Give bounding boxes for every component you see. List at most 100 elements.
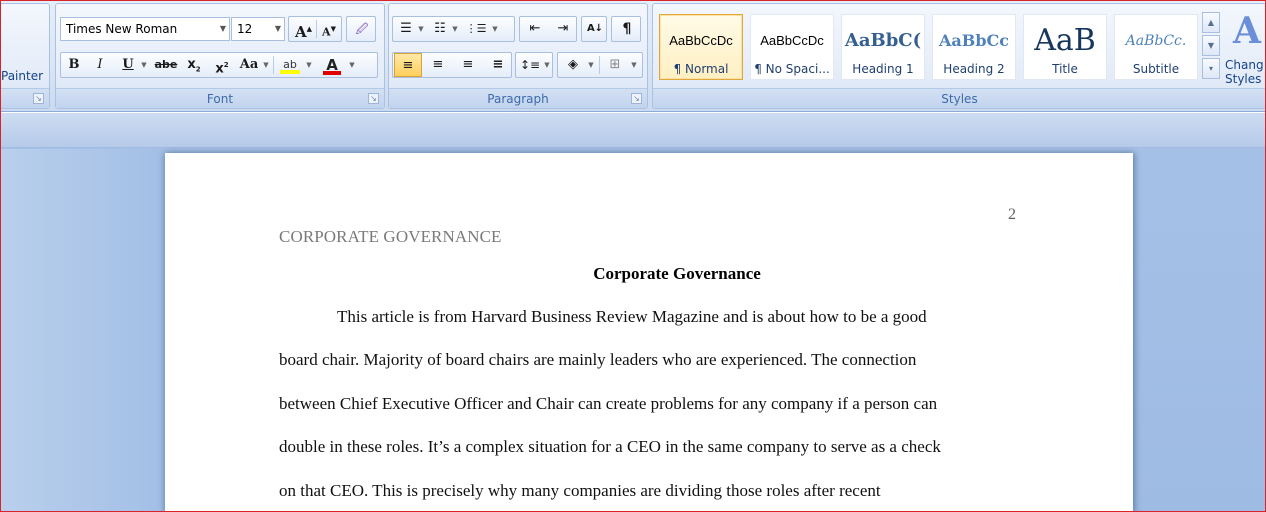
- style-subtitle[interactable]: AaBbCc. Subtitle: [1114, 14, 1198, 80]
- paragraph-group: ☰ ▼ ☷ ▼ ⋮☰ ▼ ⇤ ⇥ A↓ ¶ ≡ ≡ ≡ ≡ ↕≡ ▼ ◈ ▼ ⊞…: [388, 3, 648, 109]
- format-painter-button[interactable]: Painter: [1, 69, 43, 83]
- shading-border-strip: ◈ ▼ ⊞ ▼: [557, 52, 643, 78]
- indent-strip: ⇤ ⇥: [519, 16, 577, 42]
- document-title: Corporate Governance: [593, 264, 761, 283]
- line-spacing-button[interactable]: ↕≡: [518, 53, 542, 77]
- shrink-font-button[interactable]: A▼: [317, 17, 341, 41]
- paragraph-dialog-launcher-icon[interactable]: ↘: [631, 93, 642, 104]
- superscript-button[interactable]: x2: [211, 53, 233, 77]
- clipboard-group: Painter ↘: [0, 3, 50, 109]
- body-text-line: This article is from Harvard Business Re…: [337, 307, 927, 326]
- style-sample-text: AaBbCc.: [1125, 33, 1187, 49]
- ruler-area: [0, 113, 1266, 148]
- style-heading-1[interactable]: AaBbC( Heading 1: [841, 14, 925, 80]
- decrease-indent-button[interactable]: ⇤: [522, 17, 548, 41]
- font-color-swatch: [323, 71, 341, 75]
- clipboard-dialog-launcher-icon[interactable]: ↘: [33, 93, 44, 104]
- style-name-label: ¶ Normal: [673, 62, 729, 76]
- gallery-scroll-up-icon[interactable]: ▲: [1202, 12, 1220, 33]
- highlight-color-swatch: [280, 70, 300, 74]
- font-color-button[interactable]: A: [319, 53, 345, 77]
- font-color-dropdown-icon[interactable]: ▼: [347, 53, 357, 77]
- bullets-dropdown-icon[interactable]: ▼: [417, 17, 425, 41]
- page-number: 2: [1008, 206, 1016, 223]
- paragraph-group-label: Paragraph: [389, 88, 647, 108]
- align-center-button[interactable]: ≡: [424, 53, 452, 77]
- borders-button[interactable]: ⊞: [602, 53, 628, 77]
- subscript-icon: x: [187, 57, 196, 72]
- style-sample-text: AaBbCc: [939, 31, 1009, 50]
- numbering-dropdown-icon[interactable]: ▼: [451, 17, 459, 41]
- borders-dropdown-icon[interactable]: ▼: [629, 53, 639, 77]
- style-heading-2[interactable]: AaBbCc Heading 2: [932, 14, 1016, 80]
- bold-button[interactable]: B: [63, 53, 85, 77]
- separator: [273, 56, 274, 74]
- increase-indent-button[interactable]: ⇥: [550, 17, 576, 41]
- style-name-label: Title: [1052, 62, 1078, 76]
- superscript-icon: x: [215, 61, 224, 77]
- styles-group-label: Styles: [653, 88, 1266, 108]
- clear-formatting-button[interactable]: 🖉: [349, 17, 375, 41]
- sort-button[interactable]: A↓: [583, 17, 607, 41]
- highlight-button[interactable]: ab: [277, 53, 303, 77]
- underline-dropdown-icon[interactable]: ▼: [139, 53, 149, 77]
- change-styles-icon: A: [1233, 10, 1261, 52]
- multilevel-dropdown-icon[interactable]: ▼: [491, 17, 499, 41]
- workspace-background: [0, 149, 165, 512]
- numbering-button[interactable]: ☷: [429, 17, 451, 41]
- justify-button[interactable]: ≡: [484, 53, 512, 77]
- change-case-dropdown-icon[interactable]: ▼: [262, 53, 270, 77]
- grow-font-icon: A: [294, 23, 307, 41]
- line-spacing-dropdown-icon[interactable]: ▼: [543, 53, 551, 77]
- font-dialog-launcher-icon[interactable]: ↘: [368, 93, 379, 104]
- font-size-value: 12: [237, 22, 253, 36]
- bullets-button[interactable]: ☰: [395, 17, 417, 41]
- italic-button[interactable]: I: [89, 53, 111, 77]
- clear-formatting-strip: 🖉: [346, 16, 376, 42]
- font-size-combobox[interactable]: 12 ▼: [231, 17, 285, 41]
- style-no-spacing[interactable]: AaBbCcDc ¶ No Spaci...: [750, 14, 834, 80]
- body-text-line: board chair. Majority of board chairs ar…: [279, 350, 917, 369]
- separator: [599, 56, 600, 74]
- strikethrough-button[interactable]: abe: [153, 53, 179, 77]
- style-name-label: Heading 2: [943, 62, 1005, 76]
- show-marks-strip: ¶: [611, 16, 641, 42]
- font-format-strip: B I U ▼ abe x2 x2 Aa ▼ ab ▼ A ▼: [60, 52, 378, 78]
- align-right-button[interactable]: ≡: [454, 53, 482, 77]
- style-name-label: ¶ No Spaci...: [754, 62, 830, 76]
- style-sample-text: AaBbCcDc: [669, 33, 733, 48]
- change-styles-label-line-1: Chang: [1225, 58, 1264, 72]
- font-name-value: Times New Roman: [66, 22, 178, 36]
- change-styles-label: Chang Styles: [1225, 58, 1264, 86]
- body-text-line: on that CEO. This is precisely why many …: [279, 481, 881, 500]
- alignment-strip: ≡ ≡ ≡ ≡: [392, 52, 512, 78]
- change-case-button[interactable]: Aa: [237, 53, 261, 77]
- sort-strip: A↓: [581, 16, 607, 42]
- shading-bucket-icon[interactable]: ◈: [560, 53, 586, 77]
- underline-button[interactable]: U: [117, 53, 139, 77]
- style-title[interactable]: AaB Title: [1023, 14, 1107, 80]
- align-left-button[interactable]: ≡: [394, 53, 422, 77]
- subscript-button[interactable]: x2: [183, 53, 205, 77]
- document-page[interactable]: 2 CORPORATE GOVERNANCE Corporate Governa…: [165, 153, 1133, 512]
- chevron-down-icon[interactable]: ▼: [220, 18, 226, 40]
- style-normal[interactable]: AaBbCcDc ¶ Normal: [659, 14, 743, 80]
- chevron-down-icon[interactable]: ▼: [275, 18, 281, 40]
- show-formatting-marks-button[interactable]: ¶: [614, 17, 640, 41]
- grow-font-button[interactable]: A▲: [291, 17, 316, 41]
- gallery-more-icon[interactable]: ▾: [1202, 58, 1220, 79]
- font-group-label: Font: [56, 88, 384, 108]
- multilevel-list-button[interactable]: ⋮☰: [463, 17, 489, 41]
- gallery-scroll-down-icon[interactable]: ▼: [1202, 35, 1220, 56]
- font-name-combobox[interactable]: Times New Roman ▼: [60, 17, 230, 41]
- highlight-dropdown-icon[interactable]: ▼: [304, 53, 314, 77]
- ribbon: Painter ↘ Times New Roman ▼ 12 ▼ A▲ A▼ 🖉…: [0, 0, 1266, 112]
- style-name-label: Heading 1: [852, 62, 914, 76]
- shading-dropdown-icon[interactable]: ▼: [586, 53, 596, 77]
- change-styles-button[interactable]: A Chang Styles: [1225, 8, 1266, 88]
- style-sample-text: AaB: [1034, 27, 1096, 58]
- grow-shrink-strip: A▲ A▼: [288, 16, 342, 42]
- list-strip: ☰ ▼ ☷ ▼ ⋮☰ ▼: [392, 16, 515, 42]
- shrink-font-icon: A: [322, 25, 331, 39]
- line-spacing-strip: ↕≡ ▼: [515, 52, 553, 78]
